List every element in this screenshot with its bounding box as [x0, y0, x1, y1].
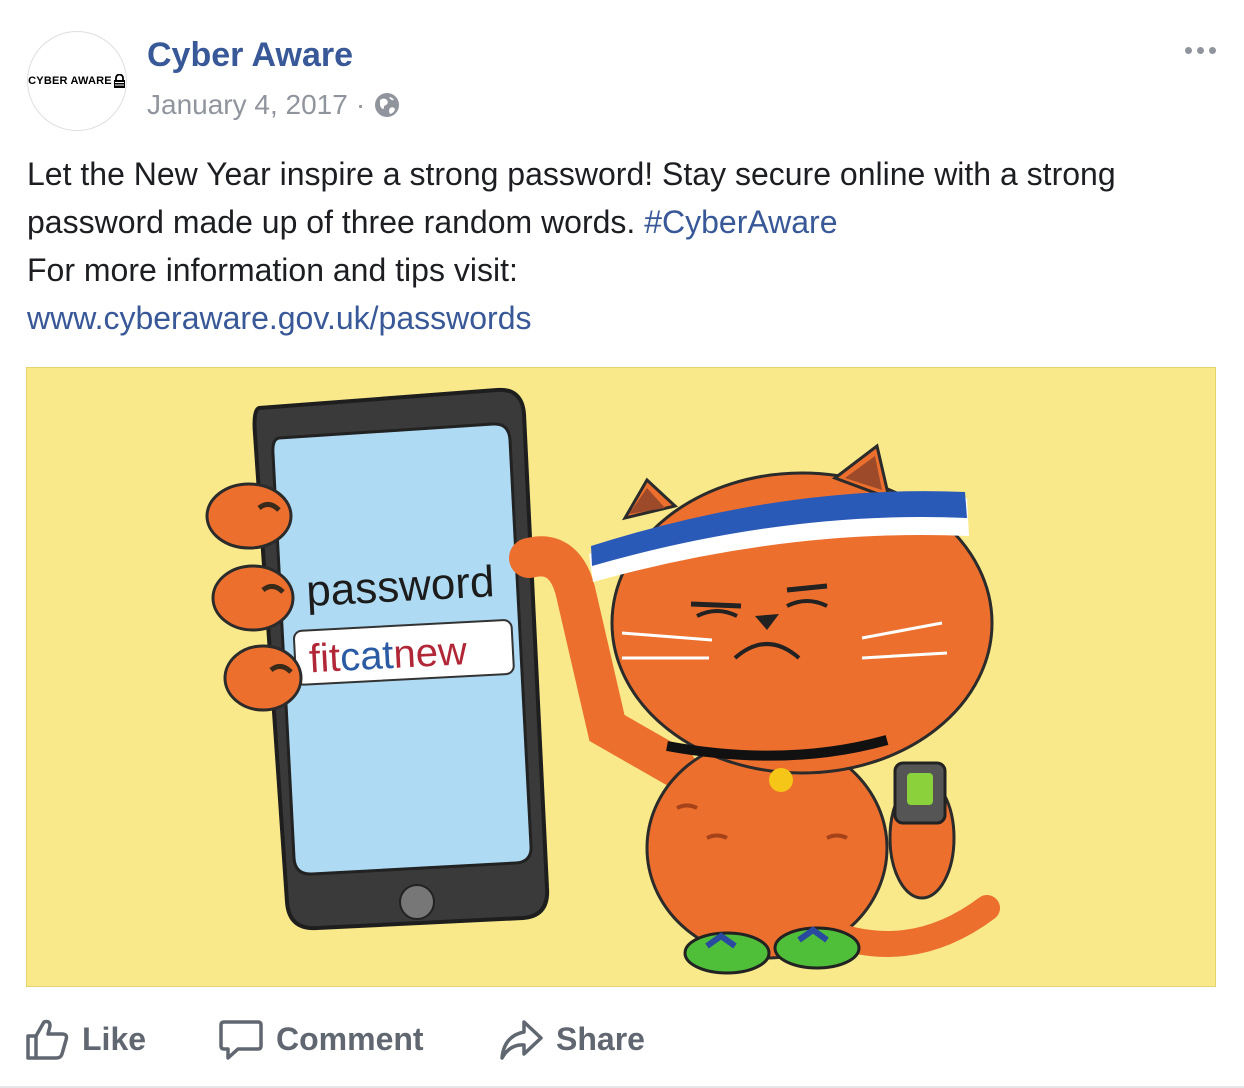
comment-label: Comment	[276, 1020, 424, 1057]
cat-illustration	[589, 443, 1000, 975]
external-link[interactable]: www.cyberaware.gov.uk/passwords	[27, 300, 532, 336]
post-meta: January 4, 2017 ·	[147, 89, 401, 121]
avatar-logo-text: CYBER AWARE	[28, 75, 112, 87]
like-button[interactable]: Like	[24, 1016, 146, 1062]
cat-paw-fingers	[205, 482, 303, 712]
password-value: fitcatnew	[308, 629, 468, 681]
post-image[interactable]: password fitcatnew	[26, 367, 1216, 987]
comment-button[interactable]: Comment	[218, 1016, 424, 1062]
thumbs-up-icon	[26, 1019, 69, 1060]
like-label: Like	[82, 1020, 147, 1057]
password-label: password	[305, 557, 496, 616]
avatar-logo: CYBER AWARE	[28, 74, 126, 88]
page-avatar[interactable]: CYBER AWARE	[27, 31, 127, 131]
post-actions-bar: Like Comment Share	[0, 1008, 1244, 1070]
illustration: password fitcatnew	[205, 387, 1000, 975]
ellipsis-icon-dot	[1184, 46, 1192, 54]
share-label: Share	[556, 1020, 645, 1057]
post-text-line2: For more information and tips visit:	[27, 252, 518, 288]
meta-separator: ·	[355, 89, 366, 120]
password-word-1: fit	[308, 636, 341, 682]
password-word-3: new	[392, 629, 468, 677]
comment-icon	[219, 1020, 263, 1060]
ellipsis-icon-dot	[1208, 46, 1216, 54]
lock-icon	[113, 74, 125, 88]
hashtag-link[interactable]: #CyberAware	[644, 204, 837, 240]
post-text: Let the New Year inspire a strong passwo…	[27, 150, 1207, 342]
share-icon	[500, 1020, 543, 1060]
more-options-button[interactable]	[1180, 36, 1220, 64]
globe-icon[interactable]	[373, 91, 401, 119]
page-name-link[interactable]: Cyber Aware	[147, 36, 353, 75]
share-button[interactable]: Share	[498, 1016, 645, 1062]
ellipsis-icon-dot	[1196, 46, 1204, 54]
post-date[interactable]: January 4, 2017	[147, 89, 348, 121]
post-text-line1: Let the New Year inspire a strong passwo…	[27, 156, 1116, 240]
phone-illustration: password fitcatnew	[252, 387, 550, 931]
password-word-2: cat	[339, 633, 395, 680]
post-card: CYBER AWARE Cyber Aware January 4, 2017 …	[0, 0, 1244, 1088]
